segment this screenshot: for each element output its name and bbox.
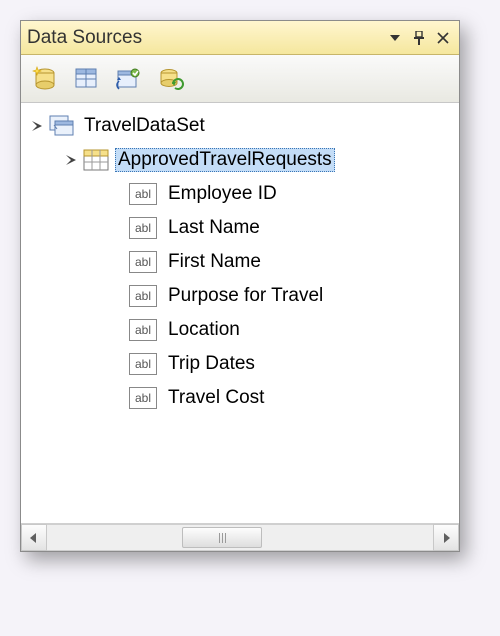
textbox-icon: abl xyxy=(129,183,157,205)
dropdown-icon[interactable] xyxy=(385,28,405,48)
textbox-icon: abl xyxy=(129,319,157,341)
table-label: ApprovedTravelRequests xyxy=(115,148,335,172)
textbox-icon: abl xyxy=(129,285,157,307)
tree-node-column[interactable]: abl Trip Dates xyxy=(21,347,459,381)
tree-view[interactable]: TravelDataSet ApprovedTravelRequests abl… xyxy=(21,103,459,523)
tree-node-column[interactable]: abl Purpose for Travel xyxy=(21,279,459,313)
column-label: First Name xyxy=(165,250,264,274)
column-label: Employee ID xyxy=(165,182,280,206)
scroll-track[interactable] xyxy=(47,524,433,551)
refresh-button[interactable] xyxy=(155,63,187,95)
close-icon[interactable] xyxy=(433,28,453,48)
column-label: Purpose for Travel xyxy=(165,284,326,308)
expander-icon[interactable] xyxy=(63,152,79,168)
add-new-data-source-button[interactable] xyxy=(29,63,61,95)
tree-node-column[interactable]: abl Last Name xyxy=(21,211,459,245)
datatable-icon xyxy=(83,148,109,172)
tree-node-column[interactable]: abl Employee ID xyxy=(21,177,459,211)
expander-icon[interactable] xyxy=(29,118,45,134)
textbox-icon: abl xyxy=(129,387,157,409)
tree-node-column[interactable]: abl First Name xyxy=(21,245,459,279)
configure-dataset-button[interactable] xyxy=(113,63,145,95)
textbox-icon: abl xyxy=(129,251,157,273)
horizontal-scrollbar[interactable] xyxy=(21,523,459,551)
dataset-label: TravelDataSet xyxy=(81,114,208,138)
tree-node-column[interactable]: abl Travel Cost xyxy=(21,381,459,415)
column-label: Location xyxy=(165,318,243,342)
dataset-icon xyxy=(49,114,75,138)
scroll-right-button[interactable] xyxy=(433,524,459,551)
pin-icon[interactable] xyxy=(409,28,429,48)
toolbar xyxy=(21,55,459,103)
edit-dataset-designer-button[interactable] xyxy=(71,63,103,95)
tree-node-column[interactable]: abl Location xyxy=(21,313,459,347)
textbox-icon: abl xyxy=(129,353,157,375)
panel-title: Data Sources xyxy=(27,27,381,49)
textbox-icon: abl xyxy=(129,217,157,239)
scroll-left-button[interactable] xyxy=(21,524,47,551)
column-label: Trip Dates xyxy=(165,352,258,376)
tree-node-table[interactable]: ApprovedTravelRequests xyxy=(21,143,459,177)
scroll-thumb[interactable] xyxy=(182,527,262,548)
column-label: Travel Cost xyxy=(165,386,267,410)
data-sources-panel: Data Sources xyxy=(20,20,460,552)
tree-node-dataset[interactable]: TravelDataSet xyxy=(21,109,459,143)
column-label: Last Name xyxy=(165,216,263,240)
titlebar: Data Sources xyxy=(21,21,459,55)
